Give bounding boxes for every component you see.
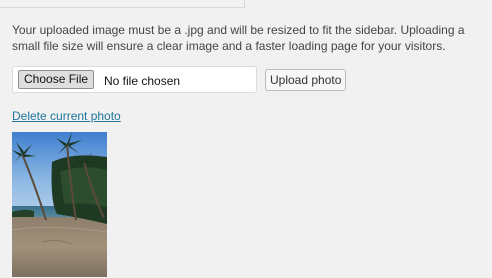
delete-photo-link[interactable]: Delete current photo [12,109,121,123]
upload-photo-button[interactable]: Upload photo [265,69,347,91]
top-panel-edge [0,0,245,8]
file-input[interactable]: Choose File No file chosen [12,66,257,93]
file-status-text: No file chosen [104,74,181,88]
current-photo [12,132,107,277]
choose-file-button[interactable]: Choose File [18,70,95,89]
upload-help-text: Your uploaded image must be a .jpg and w… [12,23,465,53]
